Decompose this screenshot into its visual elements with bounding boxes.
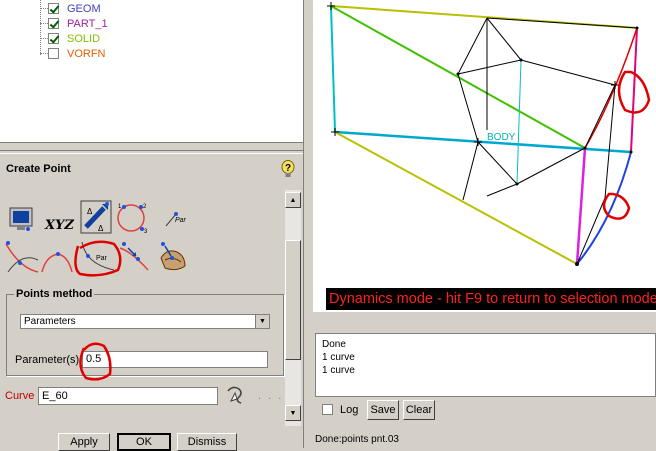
parameters-input[interactable]: 0.5 bbox=[82, 351, 268, 368]
screen-select-icon[interactable] bbox=[8, 206, 36, 234]
graphics-viewport[interactable]: BODY Dynamics mode - hit F9 to return to… bbox=[313, 0, 656, 312]
tree-branch bbox=[40, 53, 48, 54]
par-label: Par bbox=[96, 255, 108, 262]
clear-button[interactable]: Clear bbox=[403, 400, 435, 420]
log-line: Done bbox=[322, 339, 346, 350]
curve-ends-icon[interactable] bbox=[40, 238, 74, 274]
save-button[interactable]: Save bbox=[367, 400, 399, 420]
curve-input[interactable]: E_60 bbox=[38, 387, 218, 405]
message-log[interactable]: Done 1 curve 1 curve bbox=[315, 333, 656, 397]
points-method-legend: Points method bbox=[14, 288, 95, 300]
tree-branch bbox=[40, 23, 48, 24]
tree-item-geom[interactable]: GEOM bbox=[40, 1, 101, 16]
svg-text:Δ: Δ bbox=[87, 207, 93, 216]
panel-title: Create Point bbox=[6, 163, 71, 175]
scroll-up-button[interactable]: ▲ bbox=[285, 192, 301, 208]
dismiss-button[interactable]: Dismiss bbox=[177, 433, 237, 451]
project-to-surface-icon[interactable] bbox=[155, 238, 191, 274]
parameter-along-curve-icon[interactable]: Par bbox=[78, 238, 118, 274]
model-geometry[interactable]: BODY bbox=[313, 0, 656, 312]
svg-text:3: 3 bbox=[144, 229, 148, 234]
status-bar: Done:points pnt.03 bbox=[315, 434, 399, 445]
ok-button[interactable]: OK bbox=[117, 433, 171, 451]
tree-item-part-1[interactable]: PART_1 bbox=[40, 16, 108, 31]
offset-point-icon[interactable]: Δ Δ bbox=[80, 200, 112, 234]
panel-divider bbox=[0, 150, 303, 154]
tree-branch bbox=[40, 8, 48, 9]
xyz-icon[interactable]: XYZ bbox=[45, 218, 74, 233]
tree-item-label: VORFN bbox=[67, 47, 106, 60]
circle-center-icon[interactable]: 1 2 3 bbox=[114, 200, 150, 234]
point-param-icon[interactable]: Par bbox=[162, 200, 190, 230]
points-method-value: Parameters bbox=[24, 316, 76, 327]
body-label: BODY bbox=[487, 132, 516, 143]
help-icon[interactable]: ? bbox=[281, 160, 295, 178]
svg-text:?: ? bbox=[285, 163, 291, 174]
panel-scrollbar[interactable]: ▲ ▼ bbox=[285, 190, 301, 426]
chevron-down-icon[interactable]: ▼ bbox=[255, 315, 269, 328]
scroll-down-button[interactable]: ▼ bbox=[285, 405, 301, 421]
tree-item-label: PART_1 bbox=[67, 17, 108, 30]
tree-checkbox[interactable] bbox=[48, 48, 59, 59]
tree-checkbox[interactable] bbox=[48, 33, 59, 44]
log-line: 1 curve bbox=[322, 365, 355, 376]
parameters-label: Parameter(s) bbox=[15, 354, 80, 366]
log-checkbox-label: Log bbox=[340, 404, 359, 416]
points-method-select[interactable]: Parameters ▼ bbox=[20, 314, 270, 329]
scroll-thumb[interactable] bbox=[285, 240, 301, 360]
svg-text:2: 2 bbox=[143, 204, 147, 210]
curve-label: Curve bbox=[5, 390, 35, 402]
tree-item-label: SOLID bbox=[67, 32, 101, 45]
par-label: Par bbox=[175, 217, 187, 224]
select-curve-icon[interactable] bbox=[225, 383, 247, 405]
curve-intersection-icon[interactable] bbox=[4, 238, 40, 274]
project-to-curve-icon[interactable] bbox=[118, 238, 152, 274]
dynamics-mode-banner: Dynamics mode - hit F9 to return to sele… bbox=[326, 288, 656, 310]
tree-checkbox[interactable] bbox=[48, 18, 59, 29]
tree-item-solid[interactable]: SOLID bbox=[40, 31, 100, 46]
svg-text:Δ: Δ bbox=[98, 224, 104, 233]
left-panel: GEOM PART_1 SOLID VORFN Create Point ? X… bbox=[0, 0, 310, 451]
tree-item-vorfn[interactable]: VORFN bbox=[40, 46, 106, 61]
browse-dots: . . . bbox=[258, 390, 284, 402]
log-line: 1 curve bbox=[322, 352, 355, 363]
log-checkbox[interactable] bbox=[322, 404, 333, 415]
model-tree: GEOM PART_1 SOLID VORFN bbox=[0, 0, 304, 143]
tree-branch bbox=[40, 38, 48, 39]
tree-checkbox[interactable] bbox=[48, 3, 59, 14]
tree-item-label: GEOM bbox=[67, 2, 101, 15]
apply-button[interactable]: Apply bbox=[58, 433, 110, 451]
